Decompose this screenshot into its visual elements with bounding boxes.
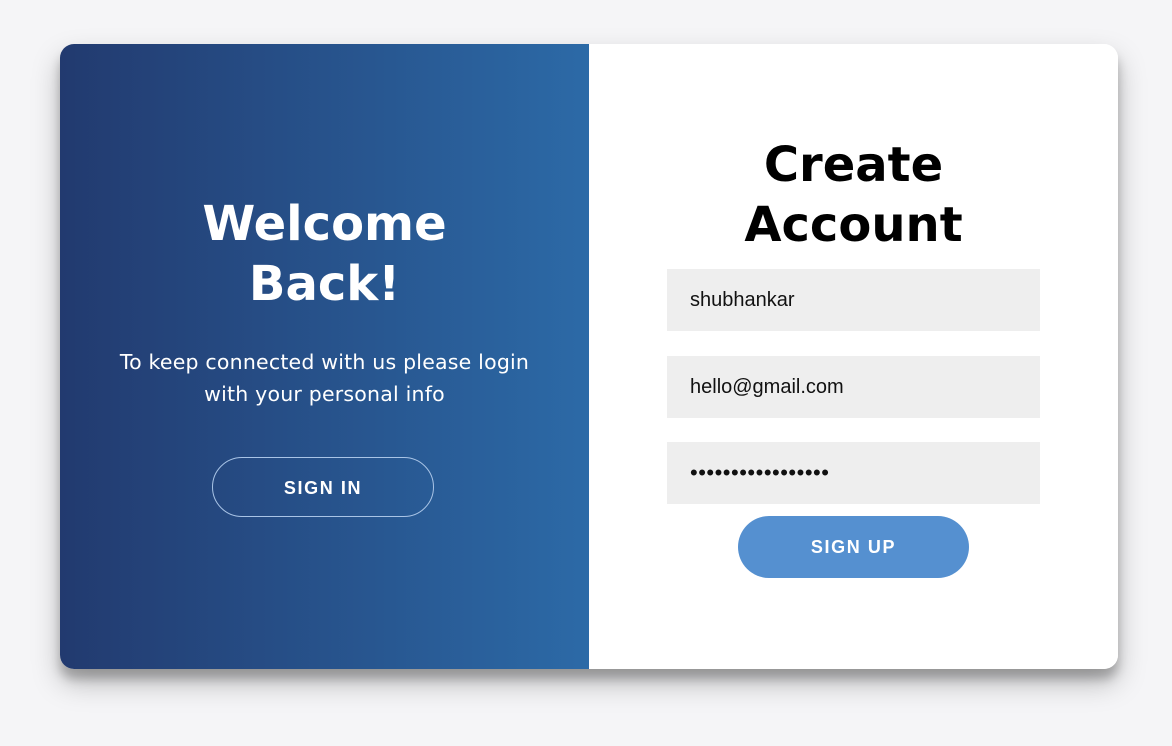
create-account-title-line2: Account [744,197,963,253]
welcome-message: To keep connected with us please login w… [119,350,530,406]
email-input[interactable]: hello@gmail.com [667,356,1040,418]
welcome-title: Welcome Back! [60,194,589,314]
welcome-title-line1: Welcome [202,196,447,252]
welcome-title-line2: Back! [248,256,401,312]
sign-in-button[interactable]: SIGN IN [212,457,434,517]
welcome-overlay-panel: Welcome Back! To keep connected with us … [60,44,589,669]
signup-form-panel: Create Account shubhankar hello@gmail.co… [589,44,1118,669]
password-input[interactable]: ••••••••••••••••• [667,442,1040,504]
create-account-title-line1: Create [763,137,944,193]
sign-up-button[interactable]: SIGN UP [738,516,969,578]
create-account-title: Create Account [589,135,1118,255]
name-input[interactable]: shubhankar [667,269,1040,331]
auth-card: Welcome Back! To keep connected with us … [60,44,1118,669]
